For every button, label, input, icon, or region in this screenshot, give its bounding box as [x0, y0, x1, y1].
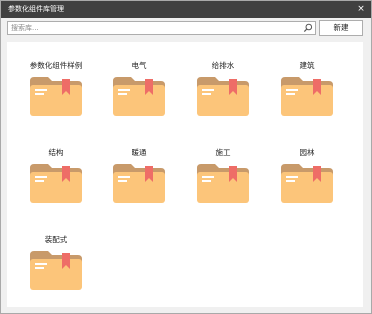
library-item-label: 施工 [215, 148, 231, 157]
library-manager-window: 参数化组件库管理 × 新建 参数化组件样例 电气 给排水 建筑 结构 [0, 0, 372, 314]
folder-icon [113, 77, 165, 116]
library-grid: 参数化组件样例 电气 给排水 建筑 结构 暖通 施工 园林 装配式 [7, 42, 363, 307]
folder-icon [197, 77, 249, 116]
search-input[interactable] [9, 22, 301, 34]
new-library-button[interactable]: 新建 [319, 20, 363, 36]
library-item-construction[interactable]: 施工 [193, 148, 253, 208]
library-item-electrical[interactable]: 电气 [109, 61, 169, 121]
title-bar: 参数化组件库管理 × [1, 1, 371, 18]
library-item-architecture[interactable]: 建筑 [277, 61, 337, 121]
close-button[interactable]: × [355, 3, 367, 15]
folder-icon [30, 77, 82, 116]
library-item-label: 装配式 [44, 235, 68, 244]
library-item-label: 电气 [131, 61, 147, 70]
library-item-plumbing[interactable]: 给排水 [193, 61, 253, 121]
folder-icon [30, 164, 82, 203]
library-item-label: 园林 [299, 148, 315, 157]
folder-icon [30, 251, 82, 290]
folder-icon [113, 164, 165, 203]
library-item-label: 给排水 [211, 61, 235, 70]
folder-icon [197, 164, 249, 203]
library-item-structure[interactable]: 结构 [26, 148, 86, 208]
library-item-label: 结构 [48, 148, 64, 157]
library-item-prefabricated[interactable]: 装配式 [26, 235, 86, 295]
library-item-hvac[interactable]: 暖通 [109, 148, 169, 208]
folder-icon [281, 77, 333, 116]
library-item-label: 暖通 [131, 148, 147, 157]
window-title: 参数化组件库管理 [8, 5, 64, 13]
search-icon[interactable] [303, 23, 313, 33]
search-box[interactable] [7, 21, 316, 35]
library-item-label: 参数化组件样例 [29, 61, 83, 70]
library-item-landscape[interactable]: 园林 [277, 148, 337, 208]
folder-icon [281, 164, 333, 203]
library-item-parametric-samples[interactable]: 参数化组件样例 [26, 61, 86, 121]
library-item-label: 建筑 [299, 61, 315, 70]
